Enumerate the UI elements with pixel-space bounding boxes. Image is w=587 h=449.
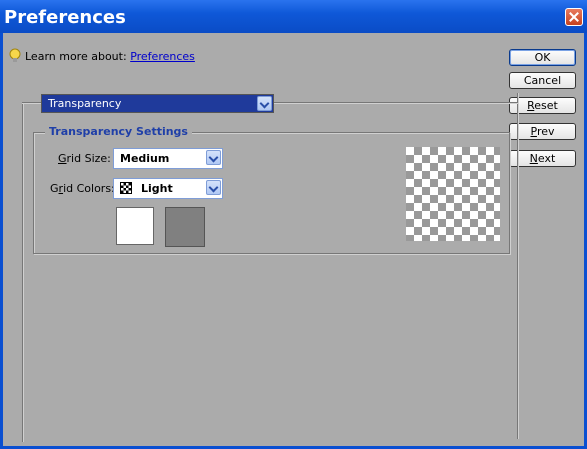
chevron-down-icon[interactable] (206, 180, 221, 195)
title-bar[interactable]: Preferences (0, 0, 587, 33)
reset-button[interactable]: Reset (509, 97, 576, 114)
section-dropdown[interactable]: Transparency (41, 94, 274, 113)
chevron-down-icon[interactable] (257, 96, 272, 111)
learn-more: Learn more about: Preferences (9, 48, 195, 63)
window-title: Preferences (4, 7, 126, 28)
ok-button[interactable]: OK (509, 49, 576, 66)
grid-colors-label: Grid Colors: (50, 182, 115, 195)
grid-size-value: Medium (120, 152, 170, 165)
lightbulb-icon (9, 48, 21, 62)
grid-colors-select[interactable]: Light (113, 178, 223, 199)
checkerboard-icon (120, 182, 132, 194)
next-button[interactable]: Next (509, 150, 576, 167)
preferences-help-link[interactable]: Preferences (130, 50, 195, 63)
grid-colors-value: Light (141, 182, 173, 195)
grid-color-swatch-2[interactable] (165, 207, 205, 247)
learn-more-label: Learn more about: (25, 50, 127, 63)
prev-button[interactable]: Prev (509, 123, 576, 140)
grid-size-select[interactable]: Medium (113, 148, 223, 169)
transparency-preview (406, 147, 500, 241)
transparency-settings-legend: Transparency Settings (45, 125, 192, 138)
cancel-button[interactable]: Cancel (509, 72, 576, 89)
close-icon[interactable] (565, 8, 583, 26)
section-dropdown-value: Transparency (48, 97, 122, 110)
chevron-down-icon[interactable] (206, 150, 221, 165)
grid-size-label: Grid Size: (58, 152, 111, 165)
grid-color-swatch-1[interactable] (116, 207, 154, 245)
